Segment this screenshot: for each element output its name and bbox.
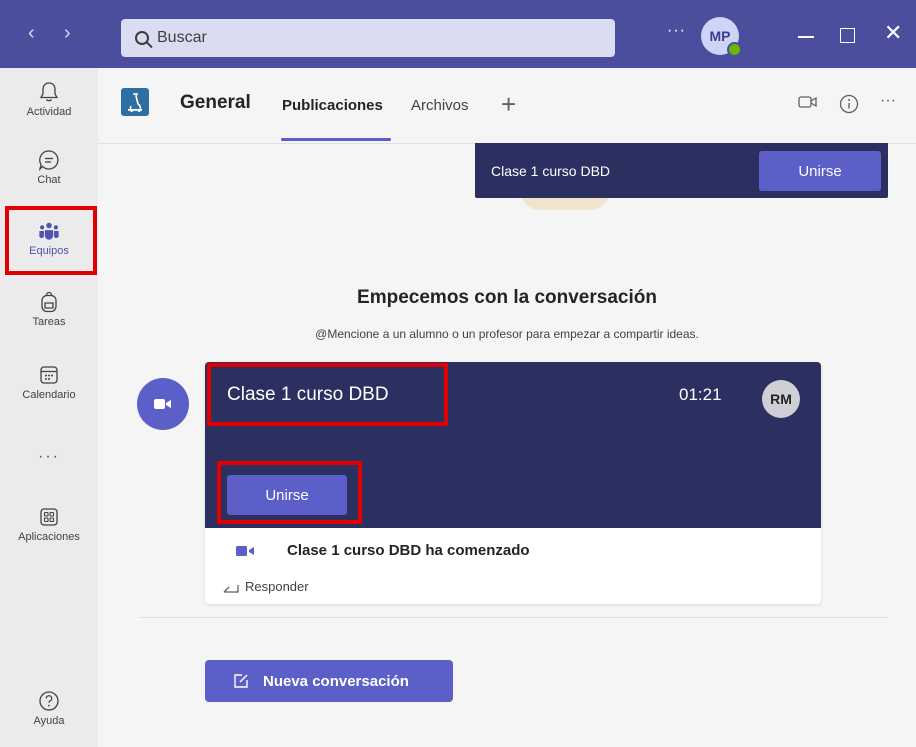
close-icon[interactable]: ✕ (884, 22, 902, 44)
user-avatar[interactable]: MP (701, 17, 742, 57)
rail-item-aplicaciones[interactable]: Aplicaciones (0, 506, 98, 543)
banner-join-button[interactable]: Unirse (759, 151, 881, 191)
rail-label-ayuda: Ayuda (33, 715, 65, 727)
backpack-icon (38, 291, 60, 313)
rail-item-chat[interactable]: Chat (0, 149, 98, 186)
rail-label-aplicaciones: Aplicaciones (18, 531, 80, 543)
new-conversation-button[interactable]: Nueva conversación (205, 660, 453, 702)
app-rail: Actividad Chat Equipos Tareas Calendario… (0, 68, 98, 747)
search-placeholder: Buscar (157, 29, 207, 46)
divider (138, 617, 888, 618)
meeting-started-icon (235, 544, 257, 563)
chat-icon (38, 149, 60, 171)
rail-label-actividad: Actividad (26, 106, 72, 118)
add-tab-icon[interactable]: + (501, 89, 516, 120)
meeting-join-button[interactable]: Unirse (227, 475, 347, 515)
user-initials: MP (709, 28, 731, 44)
rail-item-actividad[interactable]: Actividad (0, 81, 98, 118)
meeting-card-header: Clase 1 curso DBD 01:21 RM Unirse (205, 362, 821, 528)
meeting-join-banner: Clase 1 curso DBD Unirse (475, 143, 888, 198)
more-apps-icon[interactable]: ··· (0, 448, 98, 466)
channel-more-icon[interactable]: ··· (880, 92, 896, 110)
rail-label-chat: Chat (37, 174, 61, 186)
maximize-icon[interactable] (840, 28, 855, 43)
bell-icon (38, 81, 60, 103)
rail-item-calendario[interactable]: Calendario (0, 364, 98, 401)
rail-item-ayuda[interactable]: Ayuda (0, 690, 98, 727)
search-input[interactable]: Buscar (121, 19, 615, 57)
video-meet-icon[interactable] (798, 94, 818, 115)
meeting-card: Clase 1 curso DBD 01:21 RM Unirse Clase … (205, 362, 821, 604)
search-icon (135, 31, 149, 45)
meeting-title: Clase 1 curso DBD (227, 384, 389, 405)
reply-icon (223, 584, 239, 593)
compose-icon (233, 673, 249, 689)
active-tab-indicator (281, 138, 391, 141)
team-logo[interactable] (121, 88, 149, 116)
apps-icon (38, 506, 60, 528)
forward-arrow-icon[interactable]: › (64, 22, 71, 44)
presence-available-icon (727, 42, 742, 57)
rail-label-tareas: Tareas (32, 316, 66, 328)
channel-header: General Publicaciones Archivos + ··· (98, 68, 916, 144)
meeting-video-icon (154, 399, 171, 409)
rail-item-tareas[interactable]: Tareas (0, 291, 98, 328)
tab-publicaciones[interactable]: Publicaciones (282, 97, 383, 114)
participant-avatar[interactable]: RM (762, 380, 800, 418)
calendar-icon (38, 364, 60, 386)
tab-archivos[interactable]: Archivos (411, 97, 469, 114)
meeting-status-text: Clase 1 curso DBD ha comenzado (287, 542, 530, 559)
channel-name: General (180, 92, 251, 113)
more-options-icon[interactable]: ··· (667, 22, 686, 40)
title-bar: ‹ › Buscar ··· MP ✕ (0, 0, 916, 68)
reply-link[interactable]: Responder (223, 579, 309, 594)
empty-state-title: Empecemos con la conversación (357, 287, 657, 308)
minimize-icon[interactable] (798, 36, 814, 38)
empty-state-subtitle: @Mencione a un alumno o un profesor para… (315, 327, 699, 341)
new-conversation-label: Nueva conversación (263, 672, 409, 690)
equipos-highlight-box (5, 206, 97, 275)
meeting-avatar (137, 378, 189, 430)
rail-label-calendario: Calendario (22, 389, 76, 401)
meeting-duration: 01:21 (679, 385, 722, 404)
help-icon (38, 690, 60, 712)
back-arrow-icon[interactable]: ‹ (28, 22, 35, 44)
info-icon[interactable] (839, 94, 859, 119)
banner-meeting-title: Clase 1 curso DBD (491, 163, 611, 179)
reply-label: Responder (245, 579, 309, 594)
